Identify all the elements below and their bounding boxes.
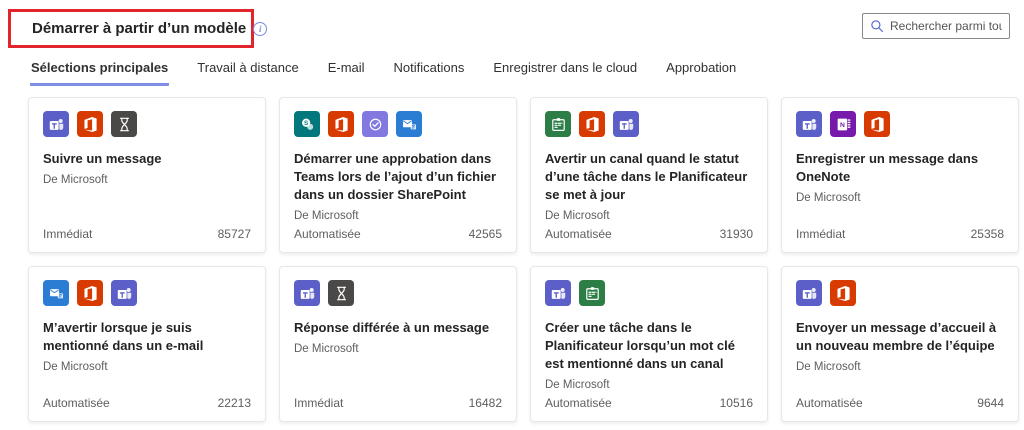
tab-enregistrer-dans-le-cloud[interactable]: Enregistrer dans le cloud xyxy=(492,58,638,86)
card-title: Créer une tâche dans le Planificateur lo… xyxy=(545,319,753,373)
templates-page: Démarrer à partir d’un modèle i Sélectio… xyxy=(0,0,1024,430)
teams-icon xyxy=(545,280,571,306)
card-title: Enregistrer un message dans OneNote xyxy=(796,150,1004,186)
card-flow-type: Automatisée xyxy=(545,227,612,241)
approvals-icon xyxy=(362,111,388,137)
card-flow-type: Immédiat xyxy=(294,396,343,410)
template-card-grid: Suivre un message De Microsoft Immédiat … xyxy=(28,97,1019,422)
template-card[interactable]: M’avertir lorsque je suis mentionné dans… xyxy=(28,266,266,422)
card-author: De Microsoft xyxy=(545,379,753,391)
card-title: Démarrer une approbation dans Teams lors… xyxy=(294,150,502,204)
planner-icon xyxy=(579,280,605,306)
office-icon xyxy=(579,111,605,137)
hourglass-icon xyxy=(328,280,354,306)
card-title: Réponse différée à un message xyxy=(294,319,502,337)
card-icon-row: S xyxy=(294,111,502,137)
card-icon-row xyxy=(545,111,753,137)
template-card[interactable]: Créer une tâche dans le Planificateur lo… xyxy=(530,266,768,422)
search-input[interactable] xyxy=(890,19,1002,33)
card-icon-row xyxy=(43,280,251,306)
card-use-count: 85727 xyxy=(218,227,251,241)
card-footer: Immédiat 16482 xyxy=(294,396,502,410)
page-header: Démarrer à partir d’un modèle i xyxy=(32,20,267,37)
card-use-count: 31930 xyxy=(720,227,753,241)
card-footer: Automatisée 31930 xyxy=(545,227,753,241)
teams-icon xyxy=(294,280,320,306)
card-author: De Microsoft xyxy=(796,192,1004,204)
teams-icon xyxy=(43,111,69,137)
card-author: De Microsoft xyxy=(796,361,1004,373)
hourglass-icon xyxy=(111,111,137,137)
info-icon[interactable]: i xyxy=(253,22,267,36)
card-use-count: 16482 xyxy=(469,396,502,410)
card-use-count: 22213 xyxy=(218,396,251,410)
template-card[interactable]: S Démarrer une approbation dans Teams lo… xyxy=(279,97,517,253)
card-use-count: 9644 xyxy=(977,396,1004,410)
card-footer: Automatisée 22213 xyxy=(43,396,251,410)
card-footer: Automatisée 42565 xyxy=(294,227,502,241)
card-title: Envoyer un message d’accueil à un nouvea… xyxy=(796,319,1004,355)
card-use-count: 42565 xyxy=(469,227,502,241)
card-footer: Automatisée 10516 xyxy=(545,396,753,410)
card-flow-type: Automatisée xyxy=(43,396,110,410)
card-author: De Microsoft xyxy=(43,174,251,186)
sharepoint-icon: S xyxy=(294,111,320,137)
card-icon-row: N xyxy=(796,111,1004,137)
template-card[interactable]: Envoyer un message d’accueil à un nouvea… xyxy=(781,266,1019,422)
office-icon xyxy=(77,280,103,306)
card-icon-row xyxy=(796,280,1004,306)
search-icon xyxy=(870,19,884,33)
card-flow-type: Automatisée xyxy=(796,396,863,410)
tab-e-mail[interactable]: E-mail xyxy=(327,58,366,86)
teams-icon xyxy=(796,280,822,306)
card-author: De Microsoft xyxy=(545,210,753,222)
card-author: De Microsoft xyxy=(294,210,502,222)
page-title: Démarrer à partir d’un modèle xyxy=(32,20,246,37)
tab-bar: Sélections principales Travail à distance… xyxy=(30,58,737,86)
teams-icon xyxy=(111,280,137,306)
card-title: Suivre un message xyxy=(43,150,251,168)
planner-icon xyxy=(545,111,571,137)
office-icon xyxy=(830,280,856,306)
search-box[interactable] xyxy=(862,13,1010,39)
template-card[interactable]: Suivre un message De Microsoft Immédiat … xyxy=(28,97,266,253)
card-icon-row xyxy=(294,280,502,306)
card-author: De Microsoft xyxy=(294,343,502,355)
teams-icon xyxy=(613,111,639,137)
card-flow-type: Immédiat xyxy=(796,227,845,241)
tab-travail-distance[interactable]: Travail à distance xyxy=(196,58,299,86)
office-icon xyxy=(77,111,103,137)
outlook-icon xyxy=(396,111,422,137)
card-icon-row xyxy=(43,111,251,137)
outlook-icon xyxy=(43,280,69,306)
card-use-count: 25358 xyxy=(971,227,1004,241)
svg-text:S: S xyxy=(304,119,308,126)
template-card[interactable]: N Enregistrer un message dans OneNote De… xyxy=(781,97,1019,253)
teams-icon xyxy=(796,111,822,137)
card-footer: Immédiat 25358 xyxy=(796,227,1004,241)
card-title: M’avertir lorsque je suis mentionné dans… xyxy=(43,319,251,355)
office-icon xyxy=(864,111,890,137)
card-icon-row xyxy=(545,280,753,306)
tab-selections-principales[interactable]: Sélections principales xyxy=(30,58,169,86)
card-flow-type: Automatisée xyxy=(545,396,612,410)
svg-text:N: N xyxy=(839,121,844,128)
card-author: De Microsoft xyxy=(43,361,251,373)
card-title: Avertir un canal quand le statut d’une t… xyxy=(545,150,753,204)
card-footer: Immédiat 85727 xyxy=(43,227,251,241)
card-use-count: 10516 xyxy=(720,396,753,410)
office-icon xyxy=(328,111,354,137)
onenote-icon: N xyxy=(830,111,856,137)
tab-approbation[interactable]: Approbation xyxy=(665,58,737,86)
card-flow-type: Automatisée xyxy=(294,227,361,241)
card-footer: Automatisée 9644 xyxy=(796,396,1004,410)
card-flow-type: Immédiat xyxy=(43,227,92,241)
template-card[interactable]: Avertir un canal quand le statut d’une t… xyxy=(530,97,768,253)
template-card[interactable]: Réponse différée à un message De Microso… xyxy=(279,266,517,422)
tab-notifications[interactable]: Notifications xyxy=(393,58,466,86)
